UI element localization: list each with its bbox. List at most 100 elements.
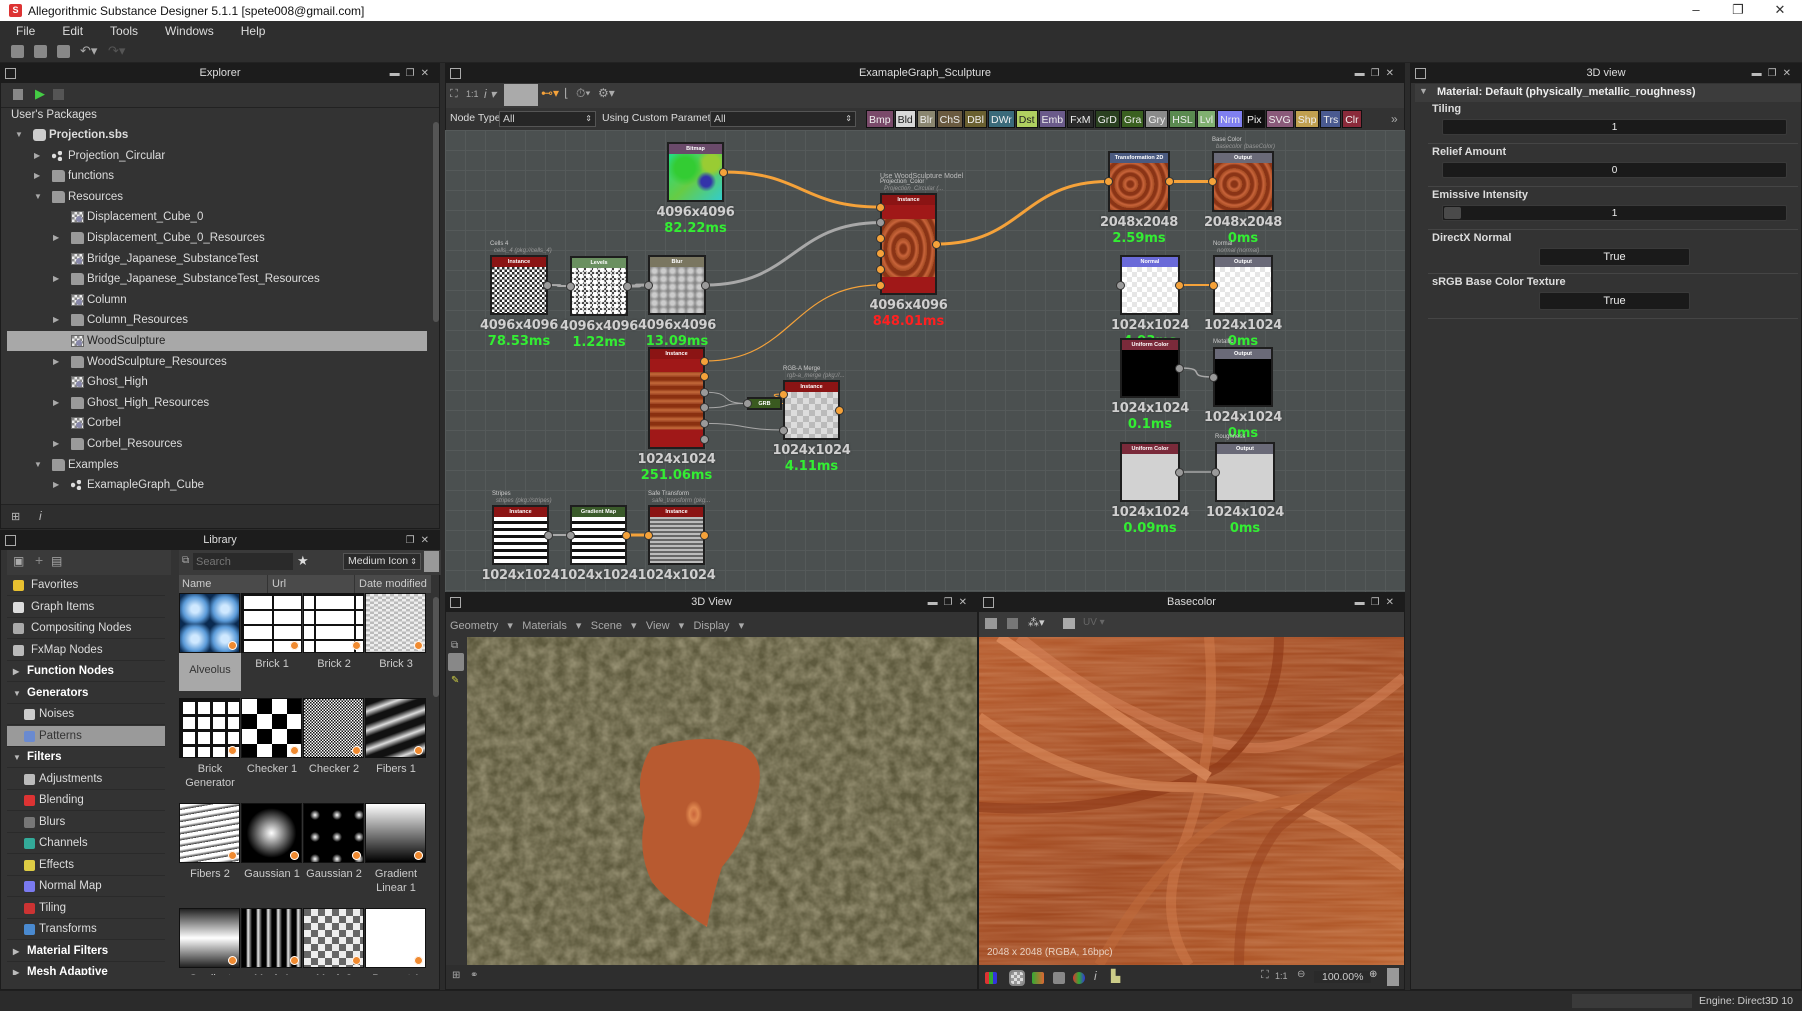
graph-node-uniblack[interactable]: Uniform Color [1120,338,1180,398]
filter-chip-fxm[interactable]: FxM [1067,110,1094,128]
graph-node-projcolor[interactable]: Instance [880,193,937,295]
2d-viewport[interactable]: 2048 x 2048 (RGBA, 16bpc) [979,637,1404,965]
graph-node-levels[interactable]: Levels [570,256,628,316]
filter-chip-dwr[interactable]: DWr [987,110,1015,128]
zoom-in-button[interactable]: ⊕ [1369,969,1377,980]
filter-chip-shp[interactable]: Shp [1294,110,1320,128]
float-icon[interactable]: ❐ [1768,68,1783,79]
input-port[interactable] [566,530,575,540]
channel-nodes-icon[interactable]: ⁂▾ [1028,616,1045,629]
favorite-star-icon[interactable]: ★ [297,553,309,569]
tree-item[interactable]: ▼ Examples [7,455,427,475]
relief-amount-slider[interactable]: 0 [1442,162,1787,178]
input-port[interactable] [1104,177,1113,186]
tree-item[interactable]: ▶ Ghost_High_Resources [7,393,427,413]
explorer-scrollbar[interactable] [433,122,439,322]
menu-view[interactable]: View ▾ [646,620,684,632]
play-icon[interactable]: ▶ [35,86,45,102]
library-category[interactable]: Noises [7,704,165,725]
view-mode-select[interactable]: Medium Icon ⇕ [343,553,421,570]
tile-icon[interactable] [985,618,997,629]
snapshot-icon[interactable] [1063,618,1075,629]
pin-icon[interactable]: ▬ [1355,68,1371,79]
zoom-select-tool[interactable] [504,84,538,106]
tiling-slider[interactable]: 1 [1442,119,1787,135]
filter-icon[interactable]: ⧉ [182,555,189,566]
graph-node-outmetal[interactable]: Output [1213,347,1273,407]
close-icon[interactable]: ✕ [1386,597,1400,608]
close-button[interactable]: ✕ [1760,2,1800,19]
graph-node-wood[interactable]: Instance [648,347,705,449]
tree-item[interactable]: ▶ Bridge_Japanese_SubstanceTest_Resources [7,269,427,289]
tree-item[interactable]: Bridge_Japanese_SubstanceTest [7,249,427,269]
library-category[interactable]: Tiling [7,898,165,919]
library-category[interactable]: Graph Items [7,597,165,618]
library-category[interactable]: FxMap Nodes [7,640,165,661]
library-item[interactable]: Brick Generator [179,698,241,803]
view-toggle-button[interactable] [424,551,439,572]
input-port[interactable] [1211,467,1220,477]
input-port[interactable] [644,280,653,290]
filter-chip-pix[interactable]: Pix [1243,110,1265,128]
menu-scene[interactable]: Scene ▾ [591,620,637,632]
filter-chip-nrm[interactable]: Nrm [1217,110,1243,128]
srgb-base-color-toggle[interactable]: True [1539,292,1690,310]
input-port[interactable] [743,399,752,408]
library-item[interactable]: Checker 1 [241,698,303,803]
library-item[interactable]: Parquet 1 [365,908,427,975]
input-port[interactable] [1209,280,1218,290]
tree-item[interactable]: ▼ Resources [7,187,427,207]
library-item[interactable]: Mesh 1 [241,908,303,975]
publish-icon[interactable] [53,89,64,100]
filter-chip-blr[interactable]: Blr [916,110,936,128]
tree-item[interactable]: ▶ Corbel_Resources [7,434,427,454]
menu-tools[interactable]: Tools [110,21,138,38]
library-category[interactable]: Normal Map [7,876,165,897]
library-category[interactable]: ▶ Material Filters [7,941,165,962]
library-category[interactable]: Patterns [7,725,165,747]
graph-node-stripes[interactable]: Instance [492,505,549,565]
library-item[interactable]: Brick 3 [365,593,427,698]
graph-node-outrough[interactable]: Output [1215,442,1275,502]
filter-chip-gry[interactable]: Gry [1145,110,1169,128]
maximize-button[interactable]: ❐ [1718,2,1758,19]
output-port[interactable] [623,281,632,291]
input-port[interactable] [1116,280,1125,290]
material-section-header[interactable]: ▼ Material: Default (physically_metallic… [1415,84,1801,102]
float-icon[interactable]: ❐ [944,597,959,608]
library-item[interactable]: Brick 1 [241,593,303,698]
channels-icon[interactable] [985,972,997,984]
info-icon[interactable]: i ▾ [484,87,496,101]
color-picker-icon[interactable] [1073,972,1085,984]
fit-icon[interactable]: ⛶ [1261,969,1269,982]
undo-icon[interactable]: ↶▾ [80,43,97,59]
library-category[interactable]: Transforms [7,919,165,940]
close-icon[interactable]: ✕ [1386,68,1400,79]
graph-wire[interactable] [704,403,748,409]
filter-chip-emb[interactable]: Emb [1038,110,1067,128]
pin-icon[interactable]: ▬ [390,68,406,79]
graph-node-unigray[interactable]: Uniform Color [1120,442,1180,502]
close-icon[interactable]: ✕ [421,68,435,79]
library-item[interactable]: Gaussian 2 [303,803,365,908]
float-icon[interactable]: ❐ [406,535,421,546]
library-item[interactable]: Gradient Linear 1 [365,803,427,908]
save-all-icon[interactable] [57,45,70,58]
library-scrollbar[interactable] [433,597,439,697]
graph-wire[interactable] [936,180,1109,246]
graph-wire[interactable] [704,422,784,431]
graph-node-cells[interactable]: Instance [490,255,548,315]
library-item[interactable]: Fibers 2 [179,803,241,908]
float-icon[interactable]: ❐ [1371,68,1386,79]
graph-node-outnormal[interactable]: Output [1213,255,1273,315]
filter-chip-trs[interactable]: Trs [1320,110,1342,128]
filter-chip-chs[interactable]: ChS [936,110,964,128]
timer-icon[interactable]: ⏱▾ [576,86,590,101]
chevron-right-icon[interactable]: ▶ [53,310,59,330]
library-item[interactable]: Gradient [179,908,241,975]
input-port[interactable] [1209,372,1218,382]
input-port[interactable] [876,202,885,212]
output-port[interactable] [544,530,553,540]
library-category[interactable]: Compositing Nodes [7,618,165,639]
library-category[interactable]: Channels [7,833,165,854]
